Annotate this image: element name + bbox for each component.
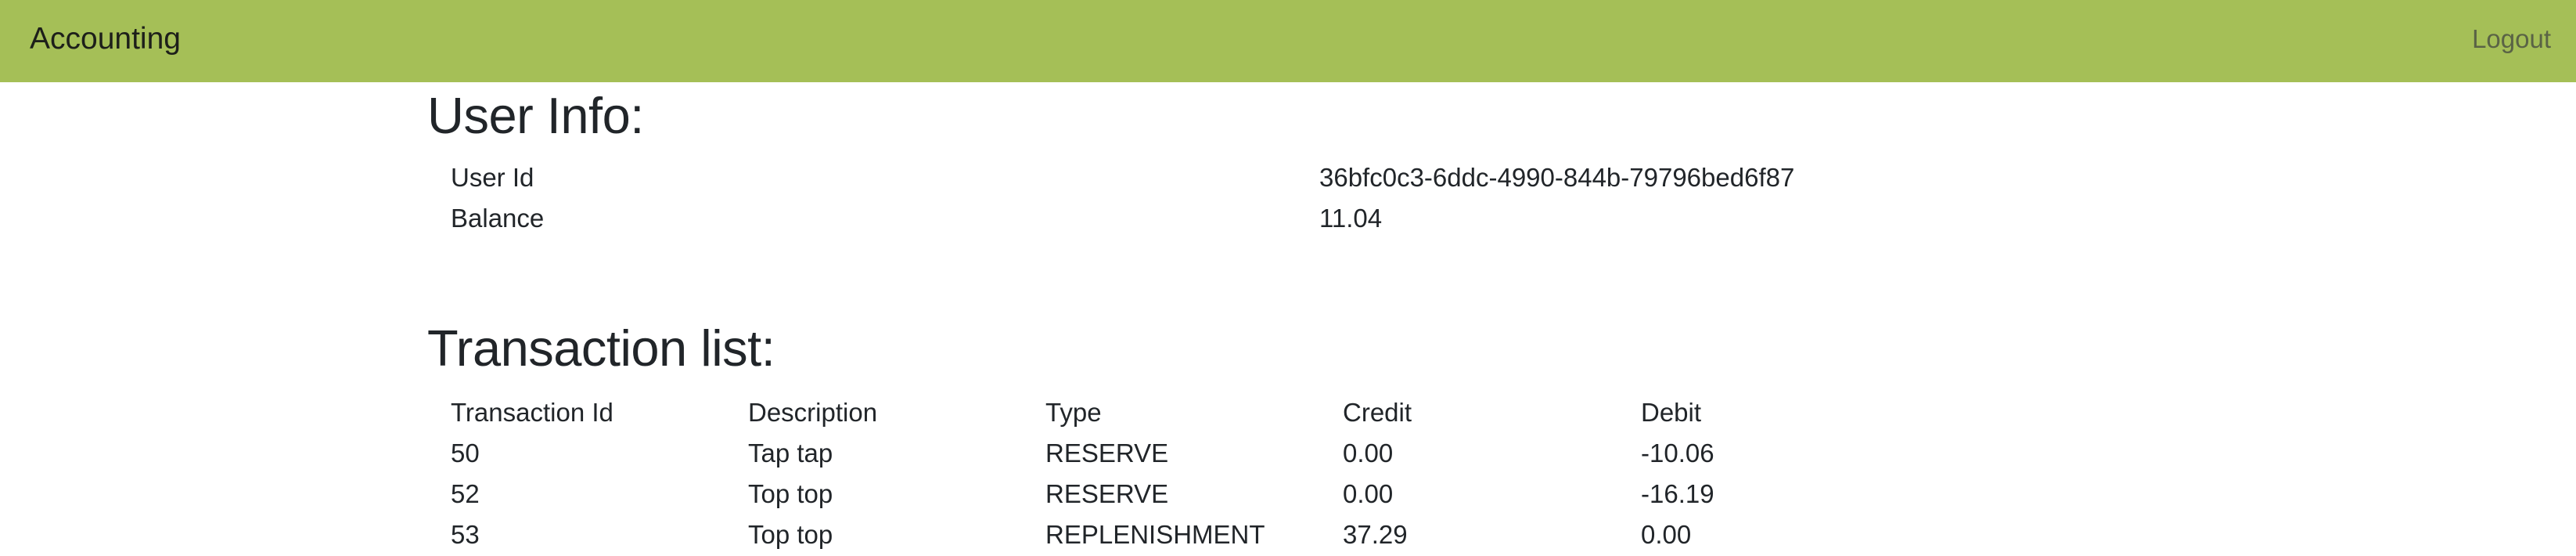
transaction-list-heading: Transaction list: (427, 320, 775, 377)
transaction-id-cell: 50 (451, 439, 480, 468)
credit-cell: 0.00 (1343, 439, 1394, 468)
type-cell: RESERVE (1045, 479, 1169, 508)
debit-cell: 0.00 (1641, 520, 1692, 549)
description-cell: Top top (748, 520, 833, 549)
column-header-debit: Debit (1641, 398, 1702, 427)
credit-cell: 0.00 (1343, 479, 1394, 508)
debit-cell: -16.19 (1641, 479, 1714, 508)
balance-value: 11.04 (1319, 204, 1383, 233)
navbar: Accounting Logout (0, 0, 2576, 82)
logout-link[interactable]: Logout (2472, 21, 2551, 57)
column-header-type: Type (1045, 398, 1102, 427)
transaction-id-cell: 52 (451, 479, 480, 508)
brand-link[interactable]: Accounting (30, 20, 181, 59)
user-info-heading: User Info: (427, 87, 644, 144)
description-cell: Tap tap (748, 439, 833, 468)
column-header-description: Description (748, 398, 878, 427)
debit-cell: -10.06 (1641, 439, 1714, 468)
type-cell: REPLENISHMENT (1045, 520, 1265, 549)
user-id-value: 36bfc0c3-6ddc-4990-844b-79796bed6f87 (1319, 163, 1795, 192)
column-header-credit: Credit (1343, 398, 1412, 427)
balance-label: Balance (451, 204, 545, 233)
credit-cell: 37.29 (1343, 520, 1408, 549)
description-cell: Top top (748, 479, 833, 508)
column-header-transaction-id: Transaction Id (451, 398, 613, 427)
user-id-label: User Id (451, 163, 534, 192)
type-cell: RESERVE (1045, 439, 1169, 468)
transaction-id-cell: 53 (451, 520, 480, 549)
